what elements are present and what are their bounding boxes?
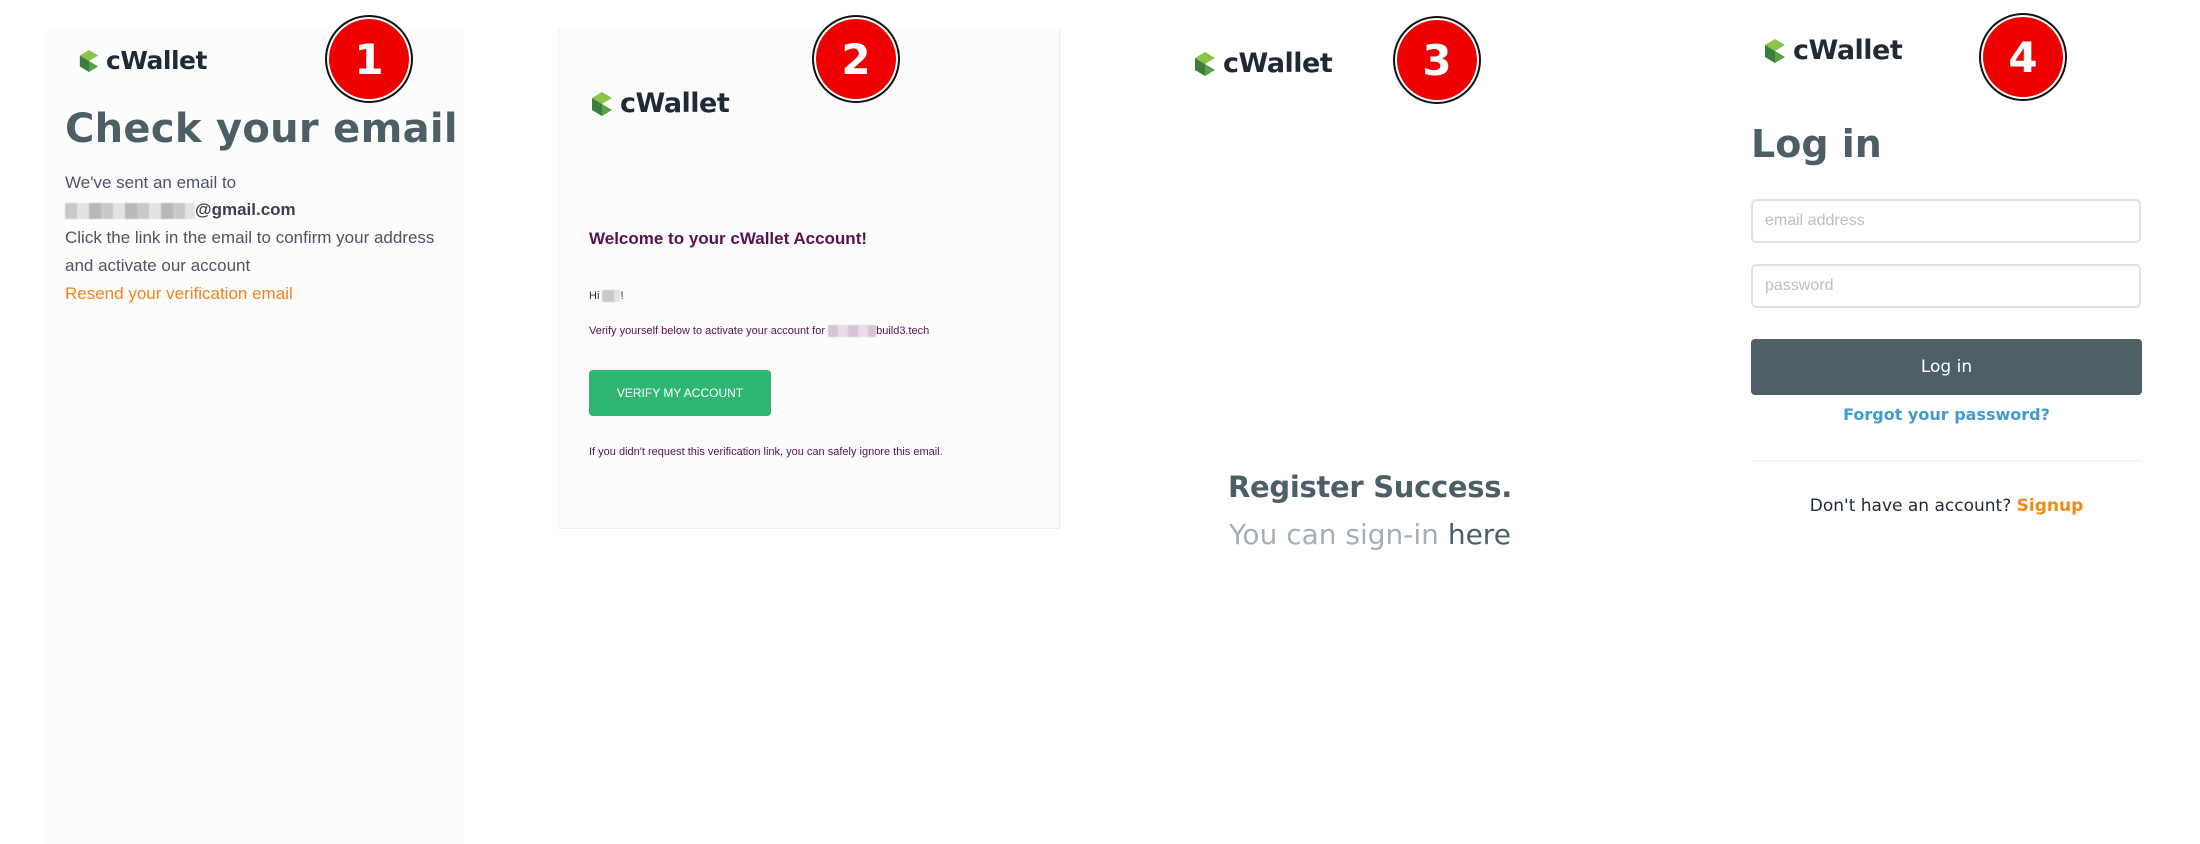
verify-instruction: Verify yourself below to activate your a… xyxy=(589,325,930,338)
verify-instruction-text: Verify yourself below to activate your a… xyxy=(589,325,826,337)
confirm-instruction-line-2: and activate our account xyxy=(65,256,251,275)
cwallet-wordmark: cWallet xyxy=(106,46,207,75)
greeting: Hi ! xyxy=(589,290,624,303)
login-button[interactable]: Log in xyxy=(1751,339,2142,395)
cwallet-logo: cWallet xyxy=(590,88,730,119)
cwallet-logo: cWallet xyxy=(1763,35,1903,66)
no-account-text: Don't have an account? xyxy=(1809,496,2012,516)
email-field[interactable] xyxy=(1751,199,2141,243)
cwallet-logo-icon xyxy=(79,49,99,72)
greeting-prefix: Hi xyxy=(589,290,600,302)
cwallet-logo: cWallet xyxy=(78,46,207,75)
signup-link[interactable]: Signup xyxy=(2017,496,2084,516)
step-badge-1: 1 xyxy=(329,19,409,99)
greeting-suffix: ! xyxy=(620,290,624,302)
verify-account-button[interactable]: VERIFY MY ACCOUNT xyxy=(589,370,771,416)
login-title: Log in xyxy=(1751,122,1882,166)
cwallet-logo: cWallet xyxy=(1193,48,1333,79)
cwallet-logo-icon xyxy=(1195,51,1215,76)
sent-email-text: We've sent an email to xyxy=(65,173,237,192)
cwallet-logo-icon xyxy=(1765,38,1785,63)
welcome-heading: Welcome to your cWallet Account! xyxy=(589,229,868,248)
email-domain: @gmail.com xyxy=(195,200,296,219)
page-title: Check your email xyxy=(65,106,458,152)
redacted-email-user xyxy=(65,202,195,219)
sign-in-prompt-text: You can sign-in xyxy=(1229,518,1448,551)
signup-prompt: Don't have an account? Signup xyxy=(1751,496,2142,516)
cwallet-wordmark: cWallet xyxy=(1793,35,1903,66)
sign-in-prompt: You can sign-in here xyxy=(1130,518,1610,551)
redacted-domain xyxy=(828,325,877,338)
divider xyxy=(1751,460,2142,461)
step-badge-3: 3 xyxy=(1397,20,1477,100)
check-email-card xyxy=(44,30,464,844)
cwallet-wordmark: cWallet xyxy=(1223,48,1333,79)
ignore-note: If you didn't request this verification … xyxy=(589,446,943,458)
password-field[interactable] xyxy=(1751,264,2141,308)
redacted-name xyxy=(602,290,621,303)
confirm-instruction-line-1: Click the link in the email to confirm y… xyxy=(65,228,435,247)
register-success-title: Register Success. xyxy=(1228,470,1512,504)
cwallet-wordmark: cWallet xyxy=(620,88,730,119)
step-badge-2: 2 xyxy=(816,19,896,99)
recipient-email: @gmail.com xyxy=(65,200,296,220)
verify-domain: build3.tech xyxy=(876,325,930,337)
cwallet-logo-icon xyxy=(592,91,612,116)
resend-verification-link[interactable]: Resend your verification email xyxy=(65,284,293,304)
sign-in-here-link[interactable]: here xyxy=(1448,518,1511,551)
forgot-password-link[interactable]: Forgot your password? xyxy=(1751,405,2142,424)
step-badge-4: 4 xyxy=(1983,17,2063,97)
